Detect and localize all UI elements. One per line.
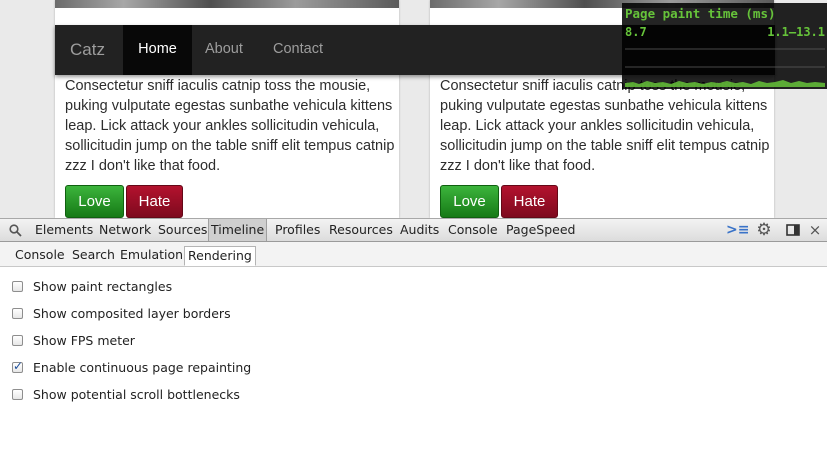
love-button[interactable]: Love bbox=[65, 185, 124, 218]
tab-elements[interactable]: Elements bbox=[35, 219, 93, 241]
drawer-tabbar: Console Search Emulation Rendering bbox=[0, 242, 827, 267]
card-text: Consectetur sniff iaculis catnip toss th… bbox=[440, 78, 770, 174]
hate-button[interactable]: Hate bbox=[501, 185, 558, 218]
tab-sources[interactable]: Sources bbox=[158, 219, 207, 241]
drawer-tab-console[interactable]: Console bbox=[15, 246, 65, 266]
brand-link[interactable]: Catz bbox=[70, 25, 105, 75]
tab-console[interactable]: Console bbox=[448, 219, 498, 241]
search-icon[interactable] bbox=[6, 219, 24, 241]
checkbox[interactable]: ✓ bbox=[12, 359, 24, 373]
checkbox[interactable] bbox=[12, 281, 23, 292]
tab-resources[interactable]: Resources bbox=[329, 219, 393, 241]
option-label: Show composited layer borders bbox=[33, 306, 231, 321]
option-label: Enable continuous page repainting bbox=[33, 360, 252, 375]
drawer-tab-emulation[interactable]: Emulation bbox=[120, 246, 183, 266]
option-label: Show paint rectangles bbox=[33, 279, 173, 294]
card-text: Consectetur sniff iaculis catnip toss th… bbox=[65, 78, 395, 174]
nav-contact[interactable]: Contact bbox=[273, 25, 323, 75]
option-label: Show potential scroll bottlenecks bbox=[33, 387, 240, 402]
devtools-toolbar: Elements Network Sources Timeline Profil… bbox=[0, 218, 827, 242]
tab-audits[interactable]: Audits bbox=[400, 219, 439, 241]
dock-icon[interactable] bbox=[784, 219, 802, 241]
checkmark-icon: ✓ bbox=[13, 359, 24, 373]
tab-pagespeed[interactable]: PageSpeed bbox=[506, 219, 575, 241]
nav-about[interactable]: About bbox=[205, 25, 243, 75]
devtools-panel: Elements Network Sources Timeline Profil… bbox=[0, 218, 827, 457]
hate-button[interactable]: Hate bbox=[126, 185, 183, 218]
tab-network[interactable]: Network bbox=[99, 219, 151, 241]
gear-icon[interactable]: ⚙ bbox=[754, 219, 774, 241]
hud-title: Page paint time (ms) bbox=[625, 6, 776, 21]
hud-paint-graph bbox=[625, 48, 825, 87]
nav-home[interactable]: Home bbox=[123, 25, 192, 75]
tab-timeline[interactable]: Timeline bbox=[208, 219, 268, 241]
checkbox[interactable] bbox=[12, 335, 23, 346]
console-drawer-icon[interactable]: >≡ bbox=[726, 219, 749, 241]
love-button[interactable]: Love bbox=[440, 185, 499, 218]
page-viewport: Consectetur sniff iaculis catnip toss th… bbox=[0, 0, 827, 218]
tab-profiles[interactable]: Profiles bbox=[275, 219, 320, 241]
checkbox[interactable] bbox=[12, 308, 23, 319]
paint-time-hud: Page paint time (ms) 8.7 1.1–13.1 bbox=[622, 3, 827, 89]
option-label: Show FPS meter bbox=[33, 333, 135, 348]
hud-current-value: 8.7 bbox=[625, 25, 647, 39]
close-icon[interactable]: × bbox=[807, 219, 823, 241]
checkbox[interactable] bbox=[12, 389, 23, 400]
drawer-tab-search[interactable]: Search bbox=[72, 246, 115, 266]
hud-range-value: 1.1–13.1 bbox=[767, 25, 825, 39]
drawer-tab-rendering[interactable]: Rendering bbox=[184, 246, 256, 266]
cat-photo bbox=[55, 0, 399, 8]
